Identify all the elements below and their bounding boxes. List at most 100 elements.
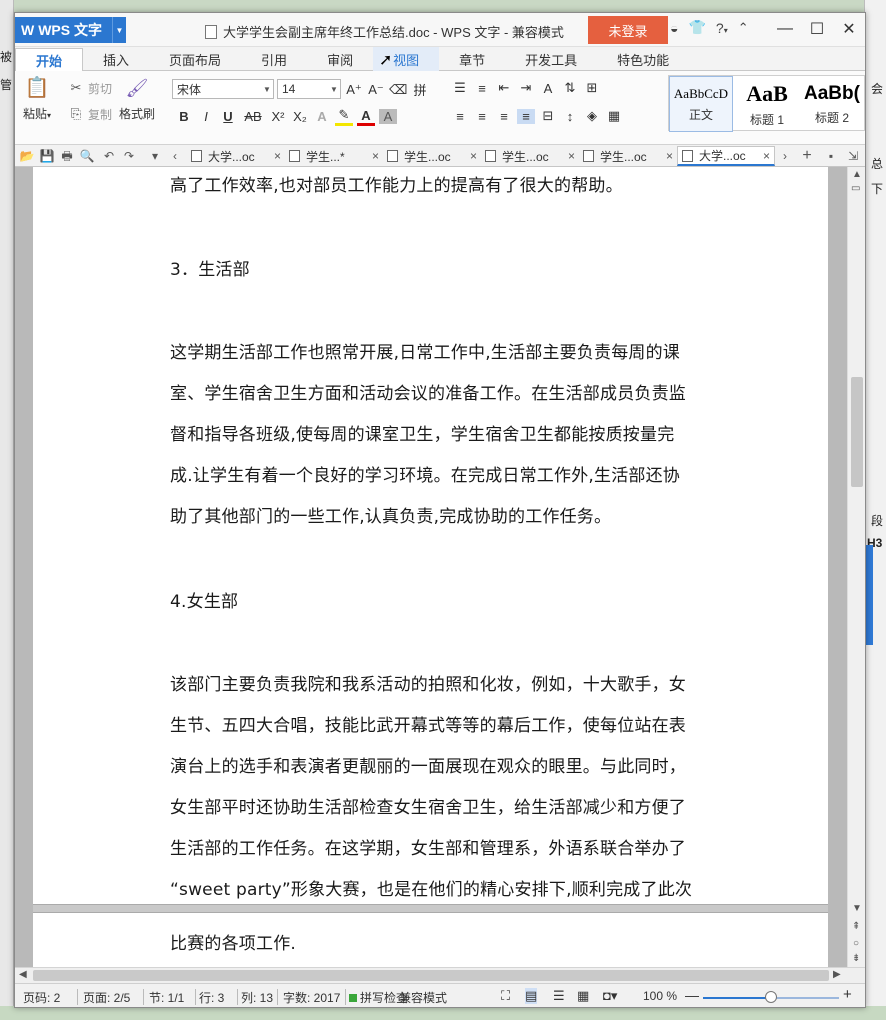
copy-button[interactable]: ⎘ 复制 <box>67 105 112 123</box>
border-icon[interactable]: ▦ <box>605 108 623 124</box>
redo-icon[interactable]: ↷ <box>121 148 137 164</box>
focus-mode-icon[interactable]: ⛶ <box>501 988 510 1004</box>
tab-page-layout[interactable]: 页面布局 <box>149 47 241 71</box>
undo-icon[interactable]: ↶ <box>101 148 117 164</box>
style-heading-1[interactable]: AaB 标题 1 <box>735 76 799 132</box>
help-button[interactable]: ?▾ <box>716 20 728 36</box>
reading-view-icon[interactable]: ◘▾ <box>603 988 617 1004</box>
new-tab-icon[interactable]: + <box>799 148 815 164</box>
scroll-left-icon[interactable]: ◀ <box>19 969 27 980</box>
zoom-level[interactable]: 100 % <box>643 989 677 1003</box>
maximize-button[interactable]: ☐ <box>801 13 833 45</box>
close-icon[interactable]: × <box>568 149 575 163</box>
line-spacing-icon[interactable]: ↕ <box>561 109 579 124</box>
close-button[interactable]: ✕ <box>833 13 865 45</box>
close-icon[interactable]: × <box>666 149 673 163</box>
next-page-icon[interactable]: ⇟ <box>852 953 860 964</box>
clear-format-icon[interactable]: ⌫ <box>389 82 407 98</box>
chevron-down-icon[interactable]: ▼ <box>261 80 273 98</box>
distribute-icon[interactable]: ⊟ <box>539 108 557 124</box>
close-icon[interactable]: × <box>372 149 379 163</box>
document-page[interactable]: 高了工作效率,也对部员工作能力上的提高有了很大的帮助。 3．生活部 这学期生活部… <box>33 167 828 905</box>
document-tab[interactable]: 大学...oc × <box>187 146 285 166</box>
highlight-icon[interactable]: ✎ <box>335 107 353 126</box>
tab-special[interactable]: 特色功能 <box>597 47 689 71</box>
page-count[interactable]: 页面: 2/5 <box>83 989 130 1006</box>
page-view-icon[interactable]: ▤ <box>525 988 538 1004</box>
tab-review[interactable]: 审阅 <box>307 47 373 71</box>
decrease-indent-icon[interactable]: ⇤ <box>495 80 513 96</box>
scroll-right-icon[interactable]: ▶ <box>833 969 841 980</box>
browse-object-icon[interactable]: ○ <box>853 938 859 949</box>
grow-font-icon[interactable]: A⁺ <box>345 82 363 98</box>
minimize-button[interactable]: — <box>769 13 801 45</box>
cut-button[interactable]: ✂ 剪切 <box>67 79 112 97</box>
paste-button[interactable]: 📋 粘贴▾ <box>23 78 51 122</box>
bullets-icon[interactable]: ☰ <box>451 80 469 96</box>
scroll-up-icon[interactable]: ▲ <box>852 169 862 180</box>
close-icon[interactable]: × <box>470 149 477 163</box>
font-name-combo[interactable]: 宋体 ▼ <box>172 79 274 99</box>
vertical-scrollbar[interactable]: ▲ ▭ ▼ ⇞ ○ ⇟ <box>847 167 865 967</box>
font-color-icon[interactable]: A <box>357 108 375 126</box>
tab-scroll-left-icon[interactable]: ‹ <box>167 148 183 164</box>
char-shading-icon[interactable]: A <box>379 109 397 124</box>
close-icon[interactable]: × <box>763 149 770 163</box>
zoom-out-icon[interactable]: — <box>685 987 699 1003</box>
tab-insert[interactable]: 插入 <box>83 47 149 71</box>
format-painter-button[interactable]: 🖌 格式刷 <box>119 79 155 122</box>
skin-icon[interactable]: ◒ <box>670 20 678 36</box>
sort-icon[interactable]: ⇅ <box>561 80 579 96</box>
style-normal[interactable]: AaBbCcD 正文 <box>669 76 733 132</box>
tab-list-icon[interactable]: ▪ <box>823 148 839 164</box>
pin-icon[interactable]: ⇲ <box>845 148 861 164</box>
tab-sections[interactable]: 章节 <box>439 47 505 71</box>
align-left-icon[interactable]: ≡ <box>451 109 469 124</box>
outline-view-icon[interactable]: ☰ <box>553 988 565 1004</box>
tab-scroll-right-icon[interactable]: › <box>777 148 793 164</box>
tab-home[interactable]: 开始 <box>15 48 84 72</box>
document-tab-active[interactable]: 大学...oc × <box>677 146 775 166</box>
close-icon[interactable]: × <box>274 149 281 163</box>
font-size-combo[interactable]: 14 ▼ <box>277 79 341 99</box>
word-count[interactable]: 字数: 2017 <box>283 989 340 1006</box>
shirt-icon[interactable]: 👕 <box>688 19 705 36</box>
zoom-slider[interactable] <box>703 991 839 1003</box>
pinyin-icon[interactable]: 拼 <box>411 80 429 99</box>
print-icon[interactable]: 🖶 <box>59 148 75 164</box>
tab-references[interactable]: 引用 <box>241 47 307 71</box>
increase-indent-icon[interactable]: ⇥ <box>517 80 535 96</box>
subscript-icon[interactable]: X₂ <box>291 109 309 124</box>
align-center-icon[interactable]: ≡ <box>473 109 491 124</box>
document-tab[interactable]: 学生...oc × <box>481 146 579 166</box>
strikethrough-icon[interactable]: AB <box>241 109 265 124</box>
numbering-icon[interactable]: ≡ <box>473 81 491 96</box>
underline-icon[interactable]: U <box>219 109 237 124</box>
shading-icon[interactable]: ◈ <box>583 108 601 124</box>
chevron-down-icon[interactable]: ▼ <box>112 17 126 43</box>
app-menu-button[interactable]: W WPS 文字 ▼ <box>15 17 126 43</box>
split-icon[interactable]: ▭ <box>851 183 860 194</box>
align-right-icon[interactable]: ≡ <box>495 109 513 124</box>
save-icon[interactable]: 💾 <box>39 148 55 164</box>
prev-page-icon[interactable]: ⇞ <box>852 921 860 932</box>
italic-icon[interactable]: I <box>197 109 215 124</box>
login-button[interactable]: 未登录 <box>588 16 668 44</box>
collapse-ribbon-icon[interactable]: ⌃ <box>738 20 749 36</box>
customize-qat-icon[interactable]: ▾ <box>147 148 163 164</box>
scroll-down-icon[interactable]: ▼ <box>852 903 862 914</box>
table-icon[interactable]: ⊞ <box>583 80 601 96</box>
scroll-thumb[interactable] <box>851 377 863 487</box>
shrink-font-icon[interactable]: A⁻ <box>367 82 385 98</box>
document-tab[interactable]: 学生...* × <box>285 146 383 166</box>
justify-icon[interactable]: ≡ <box>517 108 535 124</box>
bold-icon[interactable]: B <box>175 109 193 124</box>
superscript-icon[interactable]: X² <box>269 109 287 124</box>
tab-developer[interactable]: 开发工具 <box>505 47 597 71</box>
zoom-slider-knob[interactable] <box>765 991 777 1003</box>
web-view-icon[interactable]: ▦ <box>577 988 589 1004</box>
document-tab[interactable]: 学生...oc × <box>383 146 481 166</box>
horizontal-scrollbar[interactable]: ◀ ▶ <box>15 967 865 983</box>
text-effect-icon[interactable]: A <box>313 109 331 124</box>
change-case-icon[interactable]: A <box>539 81 557 96</box>
